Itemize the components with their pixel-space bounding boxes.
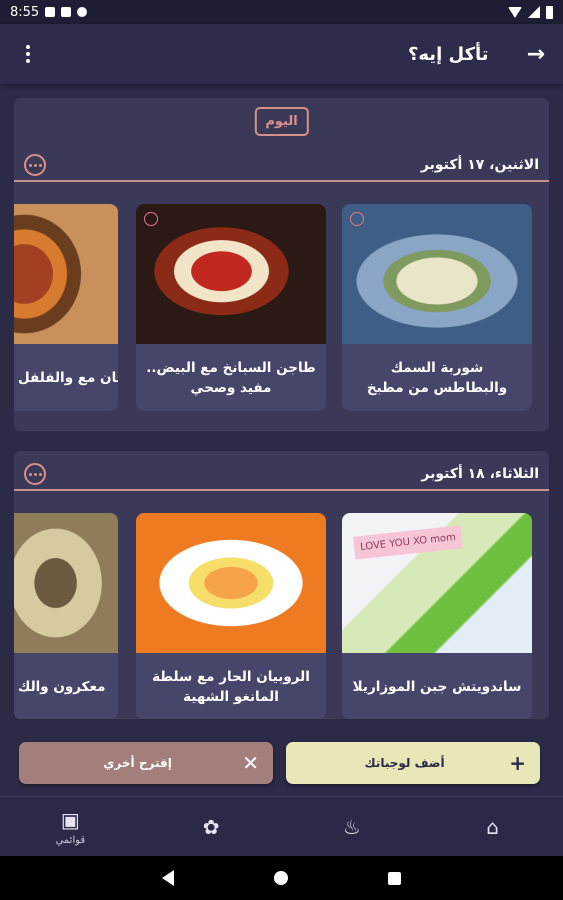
today-badge: اليوم (254, 107, 309, 136)
wifi-icon (508, 6, 522, 18)
meal-image: LOVE YOU XO mom (342, 513, 532, 653)
basket-icon: ✿ (202, 814, 220, 839)
overflow-menu-icon[interactable] (18, 45, 38, 63)
meal-card[interactable]: LOVE YOU XO mom ساندويتش جبن الموزاريلا (342, 513, 532, 719)
meal-carousel[interactable]: شوربة السمك والبطاطس من مطبخ طاجن السبان… (14, 204, 549, 414)
sim-icon (45, 7, 56, 17)
meal-carousel[interactable]: LOVE YOU XO mom ساندويتش جبن الموزاريلا … (14, 513, 549, 719)
meal-card[interactable]: الباذنجان مع والفلفل (14, 204, 118, 411)
add-to-meals-label: أضف لوجباتك (364, 756, 445, 770)
system-recents-icon[interactable] (388, 871, 401, 885)
meal-name: شوربة السمك والبطاطس من مطبخ (366, 359, 508, 396)
day-panel-tuesday: الثلاثاء، ١٨ أكتوبر LOVE YOU XO mom ساند… (14, 451, 549, 719)
fork-knife-icon: ✕ (242, 751, 259, 775)
meal-name: طاجن السبانخ مع البيض.. مفيد وصحي (146, 359, 316, 396)
meal-select-icon[interactable] (144, 212, 158, 226)
nav-my-lists[interactable]: ▣ قوائمي (0, 797, 141, 856)
day-panel-monday: اليوم الاثنين، ١٧ أكتوبر شوربة السمك وال… (14, 98, 549, 431)
day-title: الاثنين، ١٧ أكتوبر (420, 157, 539, 173)
meal-image (342, 204, 532, 344)
day-title: الثلاثاء، ١٨ أكتوبر (421, 466, 539, 482)
bottom-nav: ▣ قوائمي ✿ ♨ ⌂ (0, 796, 563, 856)
suggest-another-button[interactable]: إقترح أخري ✕ (19, 742, 273, 784)
add-to-meals-button[interactable]: أضف لوجباتك + (286, 742, 540, 784)
lunch-note: LOVE YOU XO mom (353, 525, 463, 560)
meal-name: ساندويتش جبن الموزاريلا (352, 678, 522, 695)
meal-image (136, 204, 326, 344)
battery-icon (546, 5, 553, 19)
meal-card[interactable]: شوربة السمك والبطاطس من مطبخ (342, 204, 532, 411)
meal-image (14, 513, 118, 653)
status-time: 8:55 (10, 4, 40, 20)
meal-card[interactable]: الروبيان الحار مع سلطة المانغو الشهية (136, 513, 326, 719)
chef-icon: ♨ (342, 814, 361, 839)
signal-icon (528, 6, 540, 18)
back-arrow-icon[interactable]: → (527, 42, 545, 67)
more-options-icon[interactable] (24, 463, 46, 485)
sd-card-icon (61, 7, 72, 17)
day-header: الثلاثاء، ١٨ أكتوبر (14, 459, 549, 491)
meal-card[interactable]: معكرون والك (14, 513, 118, 719)
meal-select-icon[interactable] (350, 212, 364, 226)
suggest-another-label: إقترح أخري (103, 756, 172, 770)
home-icon: ⌂ (486, 814, 499, 839)
nav-chef[interactable]: ♨ (282, 797, 423, 856)
nav-ingredients[interactable]: ✿ (141, 797, 282, 856)
more-options-icon[interactable] (24, 154, 46, 176)
app-bar: تأكل إيه؟ → (0, 24, 563, 84)
page-title: تأكل إيه؟ (407, 43, 489, 65)
data-saver-icon (77, 7, 88, 17)
system-home-icon[interactable] (274, 871, 288, 885)
nav-home[interactable]: ⌂ (422, 797, 563, 856)
system-nav-bar (0, 856, 563, 900)
day-header: الاثنين، ١٧ أكتوبر (14, 150, 549, 182)
meal-name: الروبيان الحار مع سلطة المانغو الشهية (152, 668, 310, 705)
system-back-icon[interactable] (162, 870, 174, 886)
meal-name: معكرون والك (18, 678, 106, 695)
meal-card[interactable]: طاجن السبانخ مع البيض.. مفيد وصحي (136, 204, 326, 411)
meal-name: الباذنجان مع والفلفل (18, 369, 118, 386)
meal-image (136, 513, 326, 653)
recipe-book-icon: ▣ (60, 807, 80, 832)
plus-icon: + (509, 751, 526, 775)
nav-my-lists-label: قوائمي (55, 834, 86, 846)
meal-image (14, 204, 118, 344)
status-bar: 8:55 (0, 0, 563, 24)
